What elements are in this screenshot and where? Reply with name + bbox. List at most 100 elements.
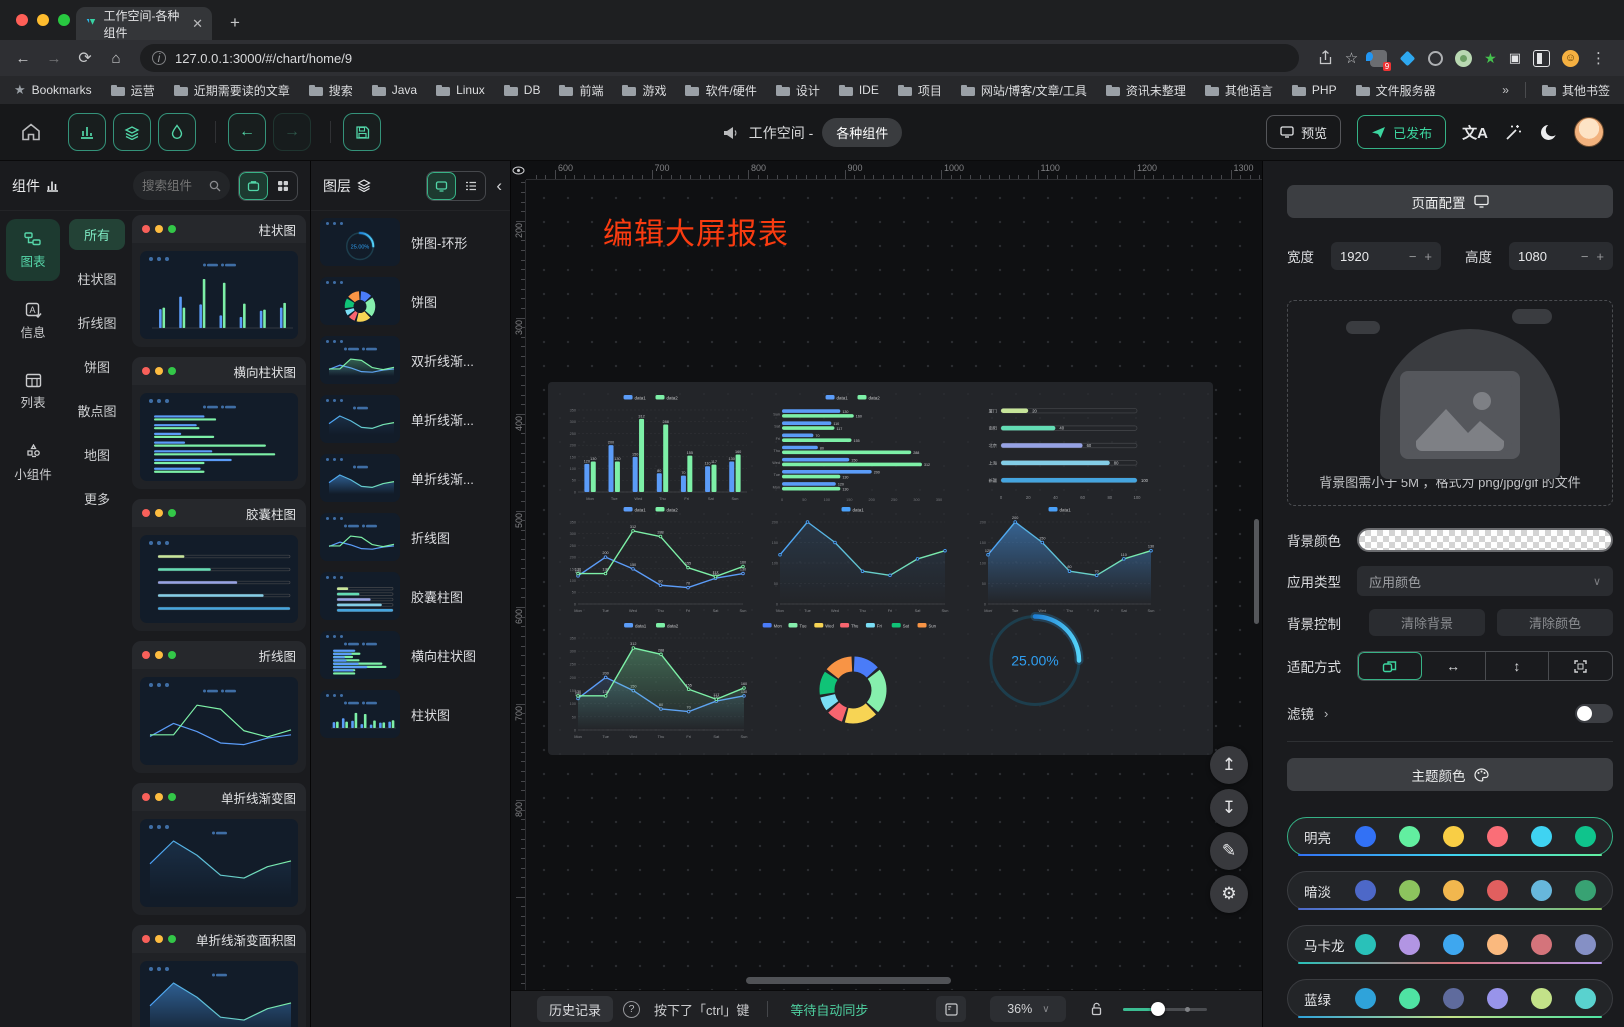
canvas-chart-gline[interactable]: data1050100150200MonTueWedThuFriSatSun	[760, 504, 955, 616]
slider-knob[interactable]	[1151, 1002, 1165, 1016]
component-card[interactable]: 横向柱状图	[132, 357, 306, 489]
address-bar[interactable]: i 127.0.0.1:3000/#/chart/home/9	[140, 44, 1299, 72]
tab-search-icon[interactable]	[1533, 50, 1550, 67]
width-stepper[interactable]: 1920−+	[1331, 242, 1441, 270]
bookmark-folder[interactable]: 运营	[111, 82, 155, 99]
list-view-toggle[interactable]	[456, 172, 485, 200]
download-screen-button[interactable]: ↧	[1210, 789, 1248, 827]
component-card[interactable]: 胶囊柱图	[132, 499, 306, 631]
user-avatar[interactable]	[1574, 117, 1604, 147]
extension-icon[interactable]	[1428, 51, 1443, 66]
bookmark-folder[interactable]: 前端	[559, 82, 603, 99]
layer-item[interactable]: 柱状图	[319, 689, 506, 739]
details-panel-toggle[interactable]	[158, 113, 196, 151]
share-icon[interactable]	[1318, 50, 1333, 66]
background-upload-dropzone[interactable]: 背景图需小于 5M ，格式为 png/jpg/gif 的文件	[1287, 300, 1613, 506]
single-view-toggle[interactable]	[239, 172, 268, 200]
category-item-4[interactable]: 散点图	[69, 395, 125, 426]
bookmark-folder[interactable]: 设计	[776, 82, 820, 99]
bookmark-folder[interactable]: 软件/硬件	[685, 82, 756, 99]
chevron-right-icon[interactable]: ›	[1324, 706, 1328, 721]
menu-kebab-icon[interactable]: ⋮	[1591, 49, 1606, 67]
canvas-area[interactable]: 6007008009001000110012001300 20030040050…	[511, 161, 1262, 1027]
canvas-chart-donut[interactable]: MonTueWedThuFriSatSun	[758, 620, 948, 748]
window-close-button[interactable]	[16, 14, 28, 26]
layer-item[interactable]: 饼图	[319, 276, 506, 326]
increase-icon[interactable]: +	[1424, 249, 1432, 264]
history-button[interactable]: 历史记录	[537, 996, 613, 1022]
theme-row-2[interactable]: 马卡龙	[1287, 925, 1613, 964]
layer-item[interactable]: 折线图	[319, 512, 506, 562]
bookmarks-overflow-icon[interactable]: »	[1502, 83, 1509, 97]
reload-icon[interactable]: ⟳	[72, 45, 98, 71]
canvas-chart-bar[interactable]: data1data2050100150200250300350120130Mon…	[558, 392, 753, 504]
new-tab-button[interactable]: +	[222, 10, 248, 36]
collapse-panel-icon[interactable]: ‹	[496, 176, 502, 196]
screen-title-text[interactable]: 编辑大屏报表	[603, 209, 789, 253]
increase-icon[interactable]: +	[1596, 249, 1604, 264]
lock-icon[interactable]	[1090, 1002, 1103, 1017]
dark-mode-moon-icon[interactable]	[1539, 123, 1558, 142]
zoom-slider[interactable]	[1123, 1008, 1207, 1011]
height-stepper[interactable]: 1080−+	[1509, 242, 1613, 270]
canvas-chart-capsule[interactable]: 厦门20南阳40北京60上海80新疆100020406080100	[971, 392, 1159, 502]
browser-tab[interactable]: 工作空间-各种组件 ✕	[76, 7, 212, 40]
vertical-scrollbar[interactable]	[1254, 519, 1259, 624]
fit-width-button[interactable]: ↔	[1422, 652, 1486, 680]
back-icon[interactable]: ←	[10, 45, 36, 71]
theme-row-0[interactable]: 明亮	[1287, 817, 1613, 856]
ruler-visibility-eye-icon[interactable]	[511, 161, 526, 180]
save-button[interactable]	[343, 113, 381, 151]
layer-item[interactable]: 双折线渐...	[319, 335, 506, 385]
tab-close-icon[interactable]: ✕	[192, 16, 203, 32]
bookmark-folder[interactable]: 游戏	[622, 82, 666, 99]
app-type-select[interactable]: 应用颜色∨	[1357, 566, 1613, 596]
undo-button[interactable]: ←	[228, 113, 266, 151]
history-panel-icon[interactable]	[936, 996, 966, 1022]
sidebar-tab-0[interactable]: 图表	[6, 219, 60, 281]
sidebar-tab-3[interactable]: 小组件	[6, 432, 60, 494]
bookmark-folder[interactable]: 文件服务器	[1356, 82, 1436, 99]
language-toggle[interactable]: 文A	[1462, 122, 1488, 143]
window-minimize-button[interactable]	[37, 14, 49, 26]
bookmark-folder[interactable]: PHP	[1292, 82, 1337, 99]
category-item-1[interactable]: 柱状图	[69, 263, 125, 294]
background-color-swatch[interactable]	[1357, 528, 1613, 552]
thumbnail-view-toggle[interactable]	[427, 172, 456, 200]
home-icon[interactable]	[20, 122, 42, 142]
category-item-3[interactable]: 饼图	[69, 351, 125, 382]
redo-button[interactable]: →	[273, 113, 311, 151]
search-field[interactable]	[142, 179, 205, 193]
component-card[interactable]: 单折线渐变面积图	[132, 925, 306, 1027]
grid-view-toggle[interactable]	[268, 172, 297, 200]
layer-item[interactable]: 单折线渐...	[319, 394, 506, 444]
decrease-icon[interactable]: −	[1409, 249, 1417, 264]
layer-item[interactable]: 横向柱状图	[319, 630, 506, 680]
preview-button[interactable]: 预览	[1266, 115, 1341, 149]
bookmark-folder[interactable]: 其他语言	[1205, 82, 1273, 99]
dashboard-board[interactable]: data1data2050100150200250300350120130Mon…	[548, 382, 1213, 755]
canvas-chart-line[interactable]: data1data2050100150200250300350120200150…	[558, 504, 753, 616]
layers-panel-toggle[interactable]	[113, 113, 151, 151]
layer-item[interactable]: 单折线渐...	[319, 453, 506, 503]
bookmark-folder[interactable]: IDE	[839, 82, 879, 99]
screen-settings-button[interactable]: ⚙	[1210, 875, 1248, 913]
charts-panel-toggle[interactable]	[68, 113, 106, 151]
sidebar-tab-2[interactable]: 列表	[6, 361, 60, 423]
upload-screen-button[interactable]: ↥	[1210, 746, 1248, 784]
canvas-chart-garea2[interactable]: data1data2050100150200250300350120200150…	[558, 620, 754, 742]
project-name-pill[interactable]: 各种组件	[822, 118, 902, 147]
bookmark-folder[interactable]: 网站/博客/文章/工具	[961, 82, 1087, 99]
bookmark-folder[interactable]: DB	[504, 82, 541, 99]
bookmark-folder[interactable]: Java	[372, 82, 417, 99]
profile-avatar[interactable]: ☺	[1562, 50, 1579, 67]
category-item-2[interactable]: 折线图	[69, 307, 125, 338]
bookmark-folder[interactable]: 资讯未整理	[1106, 82, 1186, 99]
bookmarks-manager[interactable]: ★Bookmarks	[14, 82, 92, 98]
clear-background-button[interactable]: 清除背景	[1369, 609, 1485, 636]
fit-stretch-button[interactable]	[1549, 652, 1612, 680]
extensions-puzzle-icon[interactable]: ▣	[1509, 50, 1521, 66]
canvas-chart-hbar[interactable]: data1data2Sun130160Sat110117Fri70155Thu8…	[760, 392, 955, 504]
window-zoom-button[interactable]	[58, 14, 70, 26]
search-input[interactable]	[133, 171, 230, 200]
